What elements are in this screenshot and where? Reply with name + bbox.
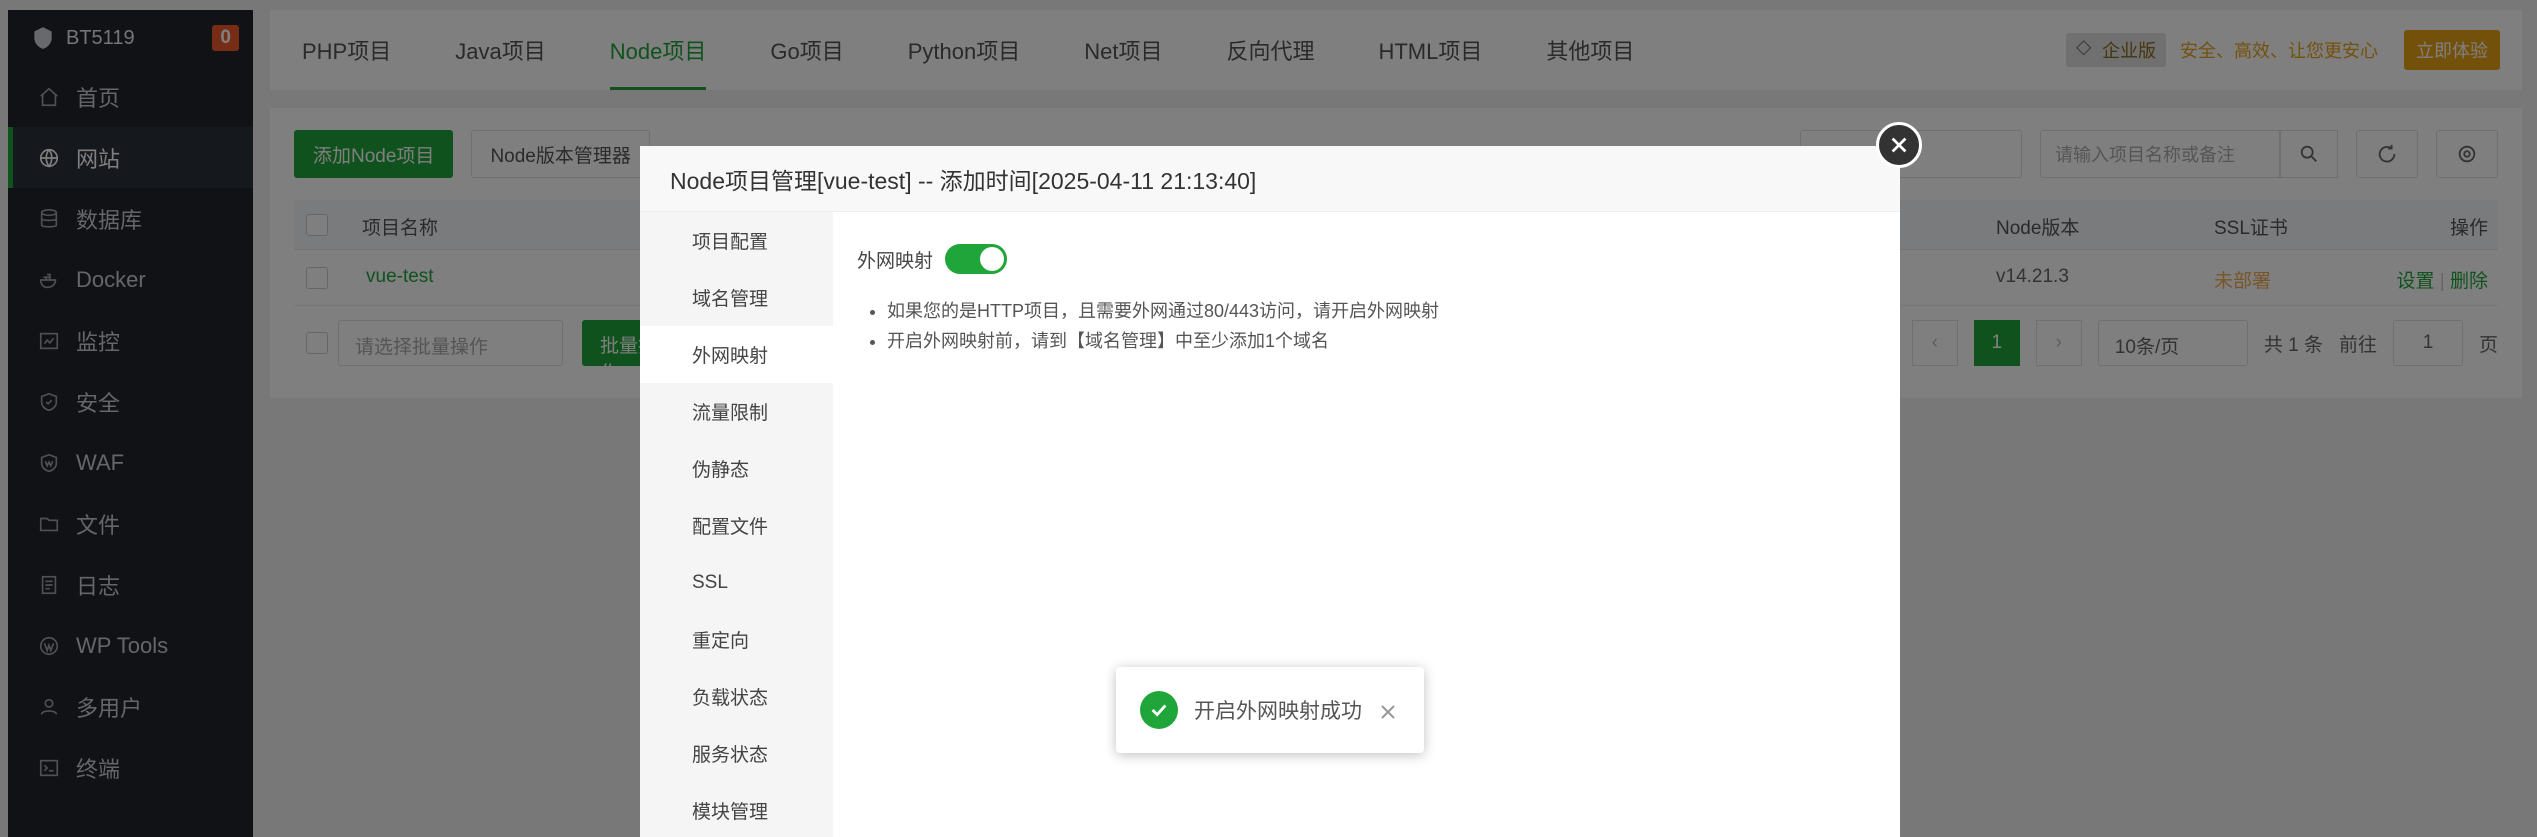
side-item-service-status[interactable]: 服务状态 bbox=[640, 725, 833, 782]
side-item-redirect[interactable]: 重定向 bbox=[640, 611, 833, 668]
close-icon bbox=[1891, 137, 1907, 153]
side-item-project-config[interactable]: 项目配置 bbox=[640, 212, 833, 269]
side-item-load-status[interactable]: 负载状态 bbox=[640, 668, 833, 725]
modal-close-button[interactable] bbox=[1876, 122, 1922, 168]
toast-close-icon[interactable] bbox=[1380, 702, 1396, 719]
tip-item: 如果您的是HTTP项目，且需要外网通过80/443访问，请开启外网映射 bbox=[887, 296, 1876, 326]
success-check-icon bbox=[1140, 691, 1178, 729]
success-toast: 开启外网映射成功 bbox=[1116, 667, 1424, 753]
side-item-traffic-limit[interactable]: 流量限制 bbox=[640, 383, 833, 440]
toast-message: 开启外网映射成功 bbox=[1194, 700, 1362, 723]
external-mapping-row: 外网映射 bbox=[857, 244, 1876, 274]
tip-item: 开启外网映射前，请到【域名管理】中至少添加1个域名 bbox=[887, 326, 1876, 356]
external-mapping-label: 外网映射 bbox=[857, 250, 934, 272]
modal-title: Node项目管理[vue-test] -- 添加时间[2025-04-11 21… bbox=[640, 146, 1900, 212]
side-item-config-file[interactable]: 配置文件 bbox=[640, 497, 833, 554]
mapping-tips: 如果您的是HTTP项目，且需要外网通过80/443访问，请开启外网映射 开启外网… bbox=[857, 296, 1876, 356]
side-item-module-management[interactable]: 模块管理 bbox=[640, 782, 833, 837]
modal-side-menu: 项目配置 域名管理 外网映射 流量限制 伪静态 配置文件 SSL 重定向 负载状… bbox=[640, 212, 833, 837]
side-item-external-mapping[interactable]: 外网映射 bbox=[640, 326, 833, 383]
side-item-domain[interactable]: 域名管理 bbox=[640, 269, 833, 326]
side-item-ssl[interactable]: SSL bbox=[640, 554, 833, 611]
external-mapping-toggle[interactable] bbox=[945, 244, 1008, 274]
toggle-knob bbox=[980, 247, 1005, 271]
side-item-rewrite[interactable]: 伪静态 bbox=[640, 440, 833, 497]
